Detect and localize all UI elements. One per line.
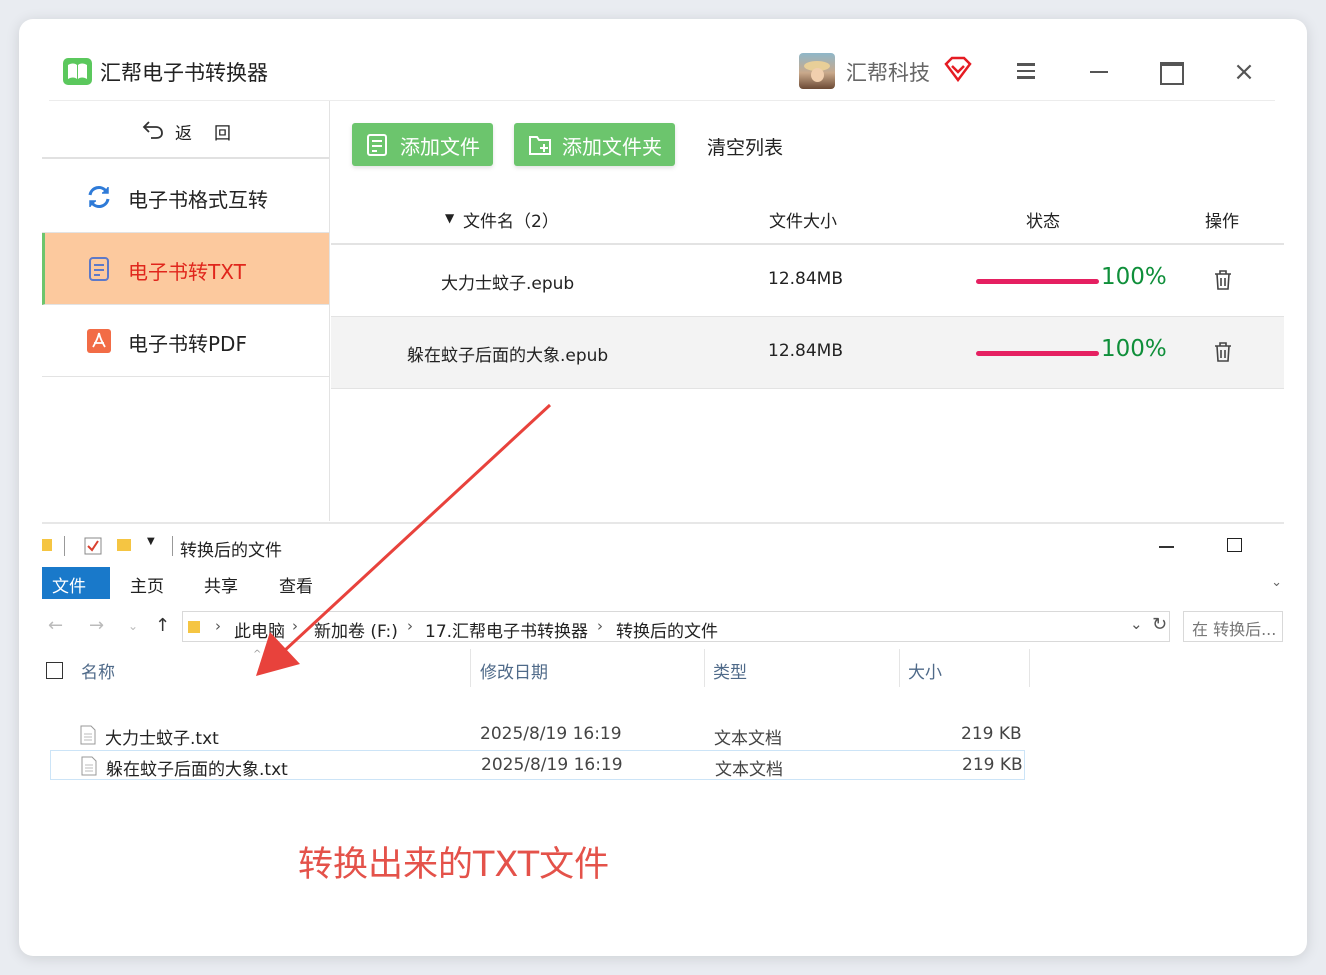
sidebar-item-to-pdf[interactable]: 电子书转PDF xyxy=(42,305,329,377)
file-size: 219 KB xyxy=(961,724,1022,744)
file-name: 躲在蚊子后面的大象.txt xyxy=(106,760,288,780)
app-logo-icon xyxy=(63,58,92,85)
file-name: 躲在蚊子后面的大象.epub xyxy=(407,346,609,366)
progress-bar xyxy=(976,351,1099,356)
back-nav-icon[interactable]: ← xyxy=(48,615,63,636)
sidebar-item-label: 电子书转TXT xyxy=(128,260,246,284)
file-size: 12.84MB xyxy=(768,269,843,289)
text-file-icon xyxy=(80,725,96,745)
tab-share[interactable]: 共享 xyxy=(204,567,238,599)
sort-asc-icon: ^ xyxy=(253,649,262,660)
breadcrumb-item[interactable]: 转换后的文件 xyxy=(616,617,718,642)
file-name: 大力士蚊子.txt xyxy=(105,729,219,749)
add-folder-label: 添加文件夹 xyxy=(562,135,662,159)
select-all-checkbox[interactable] xyxy=(46,662,63,679)
customize-dropdown-icon[interactable]: ▼ xyxy=(147,536,155,547)
explorer-title: 转换后的文件 xyxy=(180,541,282,561)
file-size: 12.84MB xyxy=(768,341,843,361)
breadcrumb-item[interactable]: 此电脑 xyxy=(234,617,285,642)
file-row[interactable]: 大力士蚊子.txt 2025/8/19 16:19 文本文档 219 KB xyxy=(50,720,1025,750)
refresh-icon xyxy=(88,186,110,208)
explorer-minimize-icon[interactable] xyxy=(1159,546,1174,548)
text-file-icon xyxy=(81,756,97,776)
file-table-header: ▼ 文件名（2） 文件大小 状态 操作 xyxy=(331,195,1284,245)
sidebar-item-to-txt[interactable]: 电子书转TXT xyxy=(42,233,329,305)
sort-desc-icon[interactable]: ▼ xyxy=(445,211,454,225)
column-status: 状态 xyxy=(1026,212,1060,232)
column-type[interactable]: 类型 xyxy=(713,658,747,683)
column-filename[interactable]: 文件名（2） xyxy=(463,207,559,232)
address-bar[interactable]: › 此电脑 › 新加卷 (F:) › 17.汇帮电子书转换器 › 转换后的文件 xyxy=(182,611,1170,642)
clear-list-button[interactable]: 清空列表 xyxy=(707,133,783,160)
sidebar: 返回 电子书格式互转 电子书转TXT 电子书转PDF xyxy=(42,101,330,521)
folder-icon xyxy=(188,621,200,633)
back-button[interactable]: 返回 xyxy=(42,101,329,159)
close-icon[interactable]: × xyxy=(1230,59,1258,85)
annotation-text: 转换出来的TXT文件 xyxy=(298,845,610,885)
progress-bar xyxy=(976,279,1099,284)
quick-access-bar: ▼ 转换后的文件 xyxy=(42,524,1284,564)
breadcrumb-item[interactable]: 新加卷 (F:) xyxy=(314,617,398,642)
file-size: 219 KB xyxy=(962,755,1023,775)
add-file-icon xyxy=(367,134,387,156)
add-folder-button[interactable]: 添加文件夹 xyxy=(514,123,675,166)
pdf-icon xyxy=(87,329,111,353)
sidebar-item-format-convert[interactable]: 电子书格式互转 xyxy=(42,161,329,233)
menu-icon[interactable] xyxy=(1012,59,1040,85)
column-filesize: 文件大小 xyxy=(769,212,837,232)
maximize-icon[interactable] xyxy=(1158,59,1186,85)
file-type: 文本文档 xyxy=(714,729,782,749)
back-arrow-icon xyxy=(142,121,163,139)
sidebar-item-label: 电子书转PDF xyxy=(128,332,247,356)
file-modified: 2025/8/19 16:19 xyxy=(480,724,622,744)
file-explorer: ▼ 转换后的文件 文件 主页 共享 查看 ⌄ ← → ⌄ ↑ › 此电脑 › 新… xyxy=(42,522,1284,934)
file-modified: 2025/8/19 16:19 xyxy=(481,755,623,775)
document-icon xyxy=(89,257,109,281)
folder-icon xyxy=(42,539,52,551)
ribbon-expand-icon[interactable]: ⌄ xyxy=(1271,575,1282,590)
minimize-icon[interactable] xyxy=(1085,59,1113,85)
file-list-header: ^ 名称 修改日期 类型 大小 xyxy=(42,649,1284,689)
forward-nav-icon[interactable]: → xyxy=(89,615,104,636)
progress-percent: 100% xyxy=(1101,336,1167,362)
refresh-icon[interactable]: ↻ xyxy=(1152,614,1167,635)
new-folder-icon[interactable] xyxy=(117,537,131,553)
add-file-label: 添加文件 xyxy=(400,135,480,159)
trash-icon[interactable] xyxy=(1213,341,1233,363)
table-row: 躲在蚊子后面的大象.epub 12.84MB 100% xyxy=(331,317,1284,389)
trash-icon[interactable] xyxy=(1213,269,1233,291)
add-file-button[interactable]: 添加文件 xyxy=(352,123,493,166)
table-row: 大力士蚊子.epub 12.84MB 100% xyxy=(331,245,1284,317)
column-size[interactable]: 大小 xyxy=(908,658,942,683)
tab-file[interactable]: 文件 xyxy=(42,567,110,599)
column-modified[interactable]: 修改日期 xyxy=(480,658,548,683)
explorer-maximize-icon[interactable] xyxy=(1227,538,1242,552)
column-action: 操作 xyxy=(1205,212,1239,232)
navigation-row: ← → ⌄ ↑ › 此电脑 › 新加卷 (F:) › 17.汇帮电子书转换器 ›… xyxy=(42,611,1284,643)
column-name[interactable]: 名称 xyxy=(81,658,115,683)
tab-home[interactable]: 主页 xyxy=(130,567,164,599)
ribbon-tabs: 文件 主页 共享 查看 ⌄ xyxy=(42,567,1284,599)
progress-percent: 100% xyxy=(1101,264,1167,290)
tab-view[interactable]: 查看 xyxy=(279,567,313,599)
file-row[interactable]: 躲在蚊子后面的大象.txt 2025/8/19 16:19 文本文档 219 K… xyxy=(50,750,1025,780)
vip-diamond-icon[interactable] xyxy=(944,56,972,86)
file-name: 大力士蚊子.epub xyxy=(441,274,575,294)
back-label: 返回 xyxy=(175,124,253,144)
sidebar-item-label: 电子书格式互转 xyxy=(128,188,268,212)
app-window: 汇帮电子书转换器 汇帮科技 × 返回 电子书格式互转 电子书转TXT 电子书转P… xyxy=(19,19,1307,956)
breadcrumb-item[interactable]: 17.汇帮电子书转换器 xyxy=(425,617,588,642)
recent-dropdown-icon[interactable]: ⌄ xyxy=(128,619,138,633)
user-avatar[interactable] xyxy=(799,53,835,89)
add-folder-icon xyxy=(529,136,551,155)
properties-check-icon[interactable] xyxy=(84,537,102,555)
app-title: 汇帮电子书转换器 xyxy=(100,61,268,85)
file-type: 文本文档 xyxy=(715,760,783,780)
company-name: 汇帮科技 xyxy=(846,61,930,85)
up-nav-icon[interactable]: ↑ xyxy=(155,615,170,636)
search-input[interactable]: 在 转换后... xyxy=(1183,611,1283,642)
address-dropdown-icon[interactable]: ⌄ xyxy=(1130,615,1143,633)
